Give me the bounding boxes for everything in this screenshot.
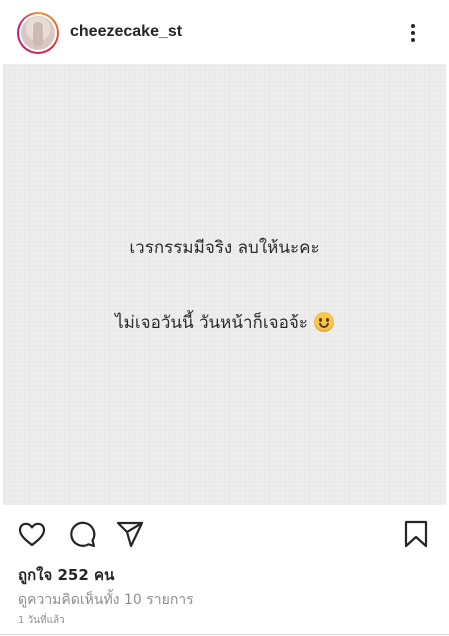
post-header: cheezecake_st — [0, 0, 449, 64]
post-text-line-2: ไม่เจอวันนี้ วันหน้าก็เจอจ้ะ — [3, 309, 446, 336]
timestamp: 1 วันที่แล้ว — [18, 615, 65, 626]
divider — [0, 634, 449, 635]
send-icon — [116, 521, 144, 548]
view-comments-link[interactable]: ดูความคิดเห็นทั้ง 10 รายการ — [18, 589, 194, 611]
more-dot — [411, 31, 415, 35]
bookmark-icon — [404, 520, 428, 548]
avatar[interactable] — [17, 12, 59, 54]
avatar-border — [19, 14, 57, 52]
share-button[interactable] — [114, 518, 146, 550]
heart-icon — [18, 522, 46, 547]
comment-icon — [70, 521, 96, 548]
post-text-line-1: เวรกรรมมีจริง ลบให้นะคะ — [129, 238, 320, 258]
post-text-line-2-text: ไม่เจอวันนี้ วันหน้าก็เจอจ้ะ — [115, 313, 308, 333]
like-button[interactable] — [16, 518, 48, 550]
action-bar — [0, 505, 449, 561]
more-options-icon[interactable] — [405, 22, 421, 44]
more-dot — [411, 38, 415, 42]
post-image[interactable]: เวรกรรมมีจริง ลบให้นะคะ ไม่เจอวันนี้ วัน… — [3, 64, 446, 505]
comment-button[interactable] — [66, 518, 98, 550]
more-dot — [411, 24, 415, 28]
username-link[interactable]: cheezecake_st — [70, 23, 182, 41]
like-count[interactable]: ถูกใจ 252 คน — [18, 563, 114, 587]
smiling-face-icon — [313, 312, 334, 332]
avatar-figure — [33, 22, 43, 46]
avatar-image — [21, 16, 55, 50]
save-button[interactable] — [400, 518, 432, 550]
